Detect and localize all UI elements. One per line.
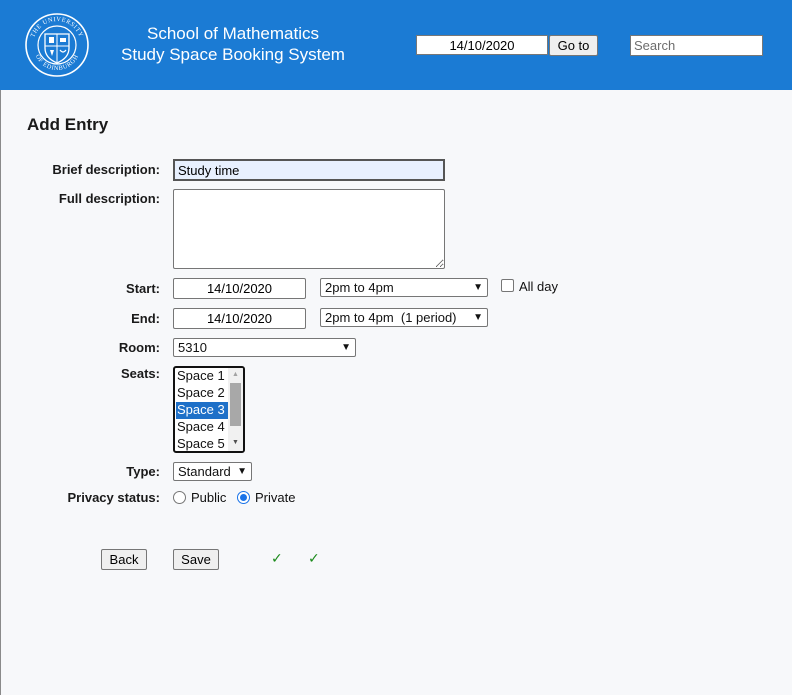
type-label: Type: — [126, 464, 160, 479]
chevron-down-icon: ▼ — [341, 342, 351, 353]
start-date-input[interactable]: 14/10/2020 — [173, 278, 306, 299]
all-day-checkbox[interactable] — [501, 279, 514, 292]
seat-option[interactable]: Space 4 — [176, 419, 230, 436]
all-day-label: All day — [519, 279, 559, 294]
chevron-down-icon: ▼ — [473, 282, 483, 293]
go-to-button[interactable]: Go to — [549, 35, 598, 56]
end-date-input[interactable]: 14/10/2020 — [173, 308, 306, 329]
page-border — [0, 0, 1, 695]
room-select[interactable]: 5310 ▼ — [173, 338, 356, 357]
save-button[interactable]: Save — [173, 549, 219, 570]
seats-listbox[interactable]: Space 1 Space 2 Space 3 Space 4 Space 5 … — [173, 366, 245, 453]
scroll-down-arrow-icon[interactable]: ▼ — [232, 439, 239, 446]
university-crest-logo[interactable]: THE UNIVERSITY OF EDINBURGH — [24, 12, 90, 78]
check-icon: ✓ — [271, 550, 283, 566]
chevron-down-icon: ▼ — [237, 466, 247, 477]
start-label: Start: — [126, 281, 160, 296]
seat-option-selected[interactable]: Space 3 — [176, 402, 230, 419]
check-icon: ✓ — [308, 550, 320, 566]
seats-scrollbar[interactable]: ▲ ▼ — [228, 368, 243, 451]
back-button[interactable]: Back — [101, 549, 147, 570]
start-period-value: 2pm to 4pm — [325, 280, 394, 295]
type-select[interactable]: Standard ▼ — [173, 462, 252, 481]
header-banner: THE UNIVERSITY OF EDINBURGH School of Ma… — [0, 0, 792, 90]
privacy-private-label: Private — [255, 490, 296, 505]
privacy-public-label: Public — [191, 490, 227, 505]
privacy-status-label: Privacy status: — [67, 490, 161, 505]
seats-label: Seats: — [120, 366, 160, 381]
privacy-private-radio[interactable] — [237, 491, 250, 504]
room-label: Room: — [118, 340, 160, 355]
end-period-select[interactable]: 2pm to 4pm (1 period) ▼ — [320, 308, 488, 327]
brief-description-input[interactable] — [173, 159, 445, 181]
scroll-up-arrow-icon[interactable]: ▲ — [232, 371, 239, 378]
full-description-label: Full description: — [58, 191, 160, 206]
site-title-line1: School of Mathematics — [147, 24, 319, 43]
end-label: End: — [131, 311, 160, 326]
site-title-line2: Study Space Booking System — [121, 45, 345, 64]
seat-option[interactable]: Space 2 — [176, 385, 230, 402]
site-title: School of Mathematics Study Space Bookin… — [108, 23, 358, 65]
seat-option[interactable]: Space 5 — [176, 436, 230, 451]
privacy-public-radio[interactable] — [173, 491, 186, 504]
end-period-value: 2pm to 4pm (1 period) — [325, 310, 457, 325]
brief-description-label: Brief description: — [52, 162, 160, 177]
seat-option[interactable]: Space 1 — [176, 368, 230, 385]
header-date-input[interactable] — [416, 35, 548, 55]
search-input[interactable] — [630, 35, 763, 56]
type-value: Standard — [178, 464, 231, 479]
start-period-select[interactable]: 2pm to 4pm ▼ — [320, 278, 488, 297]
full-description-textarea[interactable] — [173, 189, 445, 269]
chevron-down-icon: ▼ — [473, 312, 483, 323]
room-value: 5310 — [178, 340, 207, 355]
page-title: Add Entry — [27, 115, 109, 134]
scrollbar-thumb[interactable] — [230, 383, 241, 426]
